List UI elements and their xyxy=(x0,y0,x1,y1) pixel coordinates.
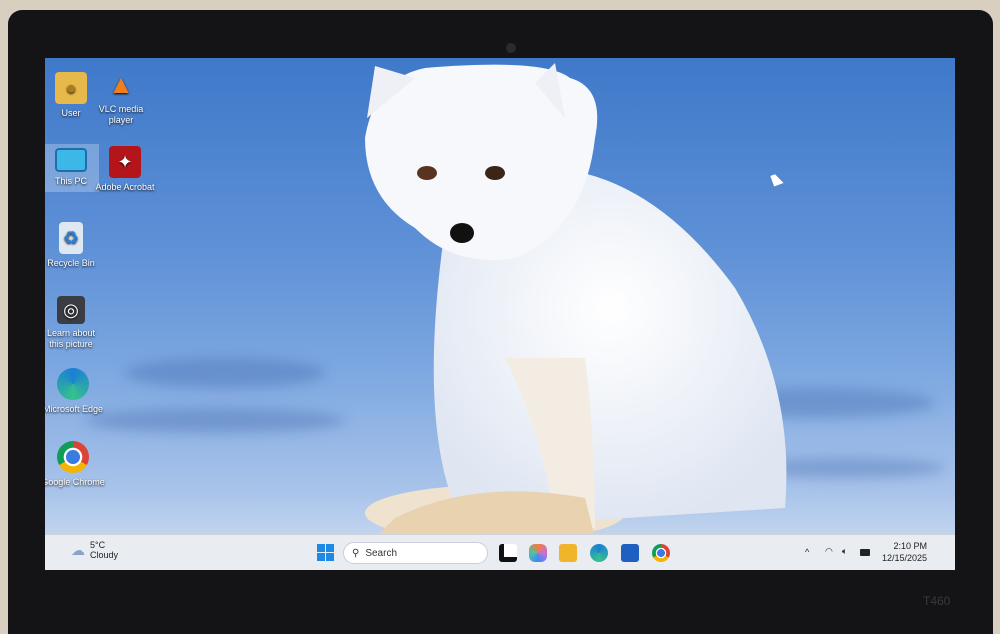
vlc-icon: ▲ xyxy=(108,68,134,99)
icon-label: Learn about this picture xyxy=(46,328,96,349)
chrome-icon[interactable] xyxy=(652,544,670,562)
weather-widget[interactable]: ☁ 5°C Cloudy xyxy=(71,540,118,560)
icon-label: Google Chrome xyxy=(45,477,105,487)
wifi-icon[interactable]: ◠ xyxy=(825,546,833,557)
file-explorer-icon[interactable] xyxy=(559,544,577,562)
widgets-icon[interactable] xyxy=(499,544,517,562)
desktop-icon-acrobat[interactable]: ✦ Adobe Acrobat xyxy=(93,146,157,193)
edge-icon xyxy=(57,368,89,400)
desktop-icon-this-pc[interactable]: This PC xyxy=(45,144,99,192)
webcam xyxy=(506,43,516,53)
icon-label: Adobe Acrobat xyxy=(95,182,155,192)
search-box[interactable]: ⚲ Search xyxy=(343,542,488,564)
cloud-icon: ☁ xyxy=(71,541,85,558)
copilot-icon[interactable] xyxy=(529,544,547,562)
desktop-icon-edge[interactable]: Microsoft Edge xyxy=(45,368,105,415)
monitor-icon xyxy=(55,148,87,172)
show-hidden-icons-chevron-icon[interactable]: ^ xyxy=(805,547,809,557)
store-icon[interactable] xyxy=(621,544,639,562)
start-icon[interactable] xyxy=(317,544,334,561)
edge-icon[interactable] xyxy=(590,544,608,562)
icon-label: This PC xyxy=(54,176,87,186)
clock-time: 2:10 PM xyxy=(893,541,927,551)
desktop-icon-learn-picture[interactable]: ◎ Learn about this picture xyxy=(45,296,103,350)
desktop[interactable]: ● User ▲ VLC media player This PC ✦ Adob… xyxy=(45,58,955,570)
desktop-icon-recycle-bin[interactable]: ♻ Recycle Bin xyxy=(45,222,103,269)
folder-user-icon: ● xyxy=(55,72,87,104)
volume-icon[interactable]: 🔈︎ xyxy=(842,546,847,557)
chrome-icon xyxy=(57,441,89,473)
recycle-bin-icon: ♻ xyxy=(59,222,83,254)
icon-label: User xyxy=(61,108,81,118)
learn-picture-icon: ◎ xyxy=(57,296,85,324)
weather-condition: Cloudy xyxy=(90,550,119,560)
icon-label: Recycle Bin xyxy=(47,258,95,268)
clock[interactable]: 2:10 PM 12/15/2025 xyxy=(882,540,927,564)
weather-temp: 5°C xyxy=(90,540,106,550)
battery-icon[interactable] xyxy=(860,549,870,556)
icon-label: Microsoft Edge xyxy=(45,404,104,414)
acrobat-icon: ✦ xyxy=(109,146,141,178)
desktop-icon-vlc[interactable]: ▲ VLC media player xyxy=(89,68,153,126)
taskbar: ☁ 5°C Cloudy ⚲ Search ^ ◠ 🔈︎ 2:10 PM 12/15… xyxy=(45,534,955,570)
icon-label: VLC media player xyxy=(98,104,144,125)
clock-date: 12/15/2025 xyxy=(881,553,927,563)
search-icon: ⚲ xyxy=(352,547,360,559)
arctic-fox-wallpaper xyxy=(365,63,787,538)
search-label: Search xyxy=(365,547,398,559)
model-label: T460 xyxy=(923,594,951,608)
desktop-icon-chrome[interactable]: Google Chrome xyxy=(45,441,105,488)
